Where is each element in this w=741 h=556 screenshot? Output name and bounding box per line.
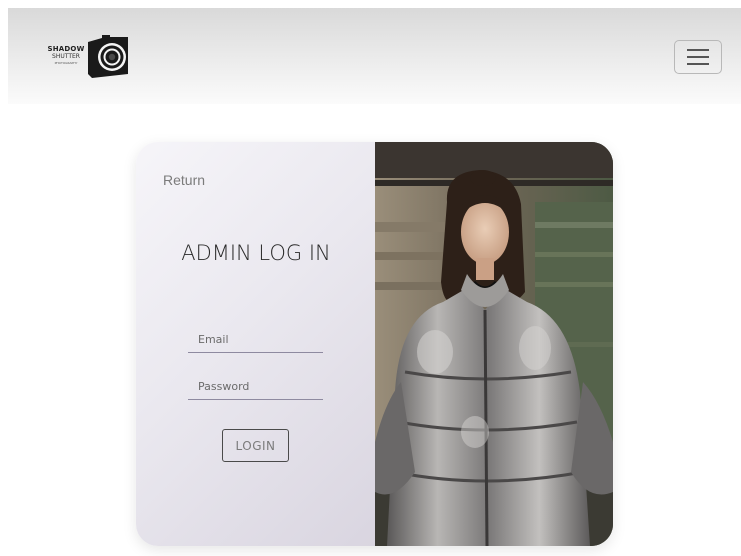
brand-logo[interactable]: SHADOW SHUTTER PHOTOGRAPHY <box>46 34 130 80</box>
logo-text: SHADOW SHUTTER PHOTOGRAPHY <box>46 46 86 65</box>
password-field[interactable] <box>188 374 323 400</box>
hamburger-icon <box>687 49 709 65</box>
portrait-image <box>375 142 613 546</box>
login-button[interactable]: LOGIN <box>222 429 289 462</box>
login-card: Return ADMIN LOG IN LOGIN <box>136 142 613 546</box>
menu-toggle-button[interactable] <box>674 40 722 74</box>
return-link[interactable]: Return <box>163 172 205 188</box>
logo-tagline: PHOTOGRAPHY <box>54 61 78 65</box>
logo-title: SHADOW <box>47 45 85 53</box>
logo-subtitle: SHUTTER <box>52 53 80 60</box>
camera-icon <box>88 35 128 78</box>
login-form-panel: Return ADMIN LOG IN LOGIN <box>136 142 375 546</box>
login-title: ADMIN LOG IN <box>181 241 331 265</box>
email-field[interactable] <box>188 327 323 353</box>
portrait-photo <box>375 142 613 546</box>
navbar: SHADOW SHUTTER PHOTOGRAPHY <box>8 8 741 104</box>
